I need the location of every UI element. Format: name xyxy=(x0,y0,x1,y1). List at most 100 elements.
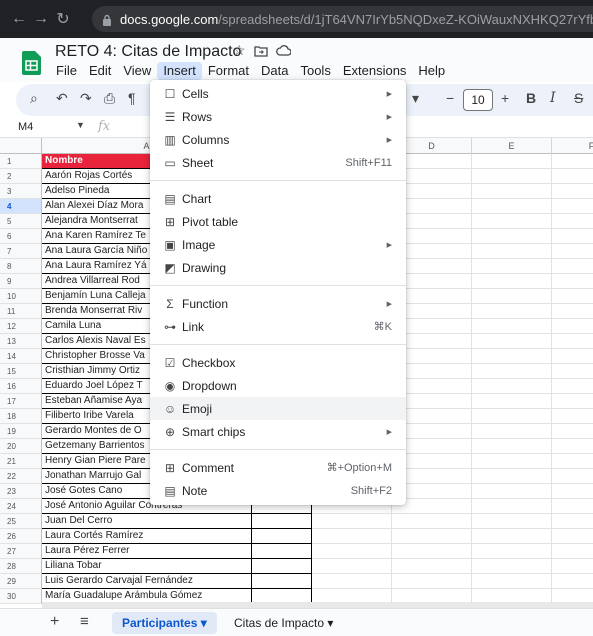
sheet-tab-citas-de-impacto[interactable]: Citas de Impacto ▾ xyxy=(224,612,343,634)
menu-view[interactable]: View xyxy=(117,62,157,80)
row-header[interactable]: 22 xyxy=(0,469,42,484)
row-header[interactable]: 23 xyxy=(0,484,42,499)
menu-data[interactable]: Data xyxy=(255,62,294,80)
sheets-logo-icon[interactable] xyxy=(22,51,41,75)
cell-b[interactable] xyxy=(252,574,312,589)
menu-item-chart[interactable]: ▤ Chart xyxy=(150,187,406,210)
row-header[interactable]: 18 xyxy=(0,409,42,424)
menu-item-link[interactable]: ⊶ Link ⌘K xyxy=(150,315,406,338)
name-cell[interactable]: Juan Del Cerro xyxy=(42,514,252,529)
row-header[interactable]: 5 xyxy=(0,214,42,229)
print-icon[interactable]: ⎙ xyxy=(104,90,115,107)
row-header[interactable]: 13 xyxy=(0,334,42,349)
cloud-status-icon[interactable] xyxy=(275,42,292,60)
menu-item-comment[interactable]: ⊞ Comment ⌘+Option+M xyxy=(150,456,406,479)
menu-item-dropdown[interactable]: ◉ Dropdown xyxy=(150,374,406,397)
column-header-f[interactable]: F xyxy=(552,138,593,154)
row-header[interactable]: 11 xyxy=(0,304,42,319)
add-sheet-icon[interactable]: + xyxy=(50,613,59,631)
row-header[interactable]: 26 xyxy=(0,529,42,544)
menu-file[interactable]: File xyxy=(50,62,83,80)
row-header[interactable]: 28 xyxy=(0,559,42,574)
cell-b[interactable] xyxy=(252,559,312,574)
name-box[interactable]: M4 xyxy=(18,121,33,133)
row-header[interactable]: 10 xyxy=(0,289,42,304)
star-icon[interactable]: ☆ xyxy=(233,42,246,60)
cell-b[interactable] xyxy=(252,544,312,559)
tab-chevron-down-icon[interactable]: ▾ xyxy=(327,616,333,630)
row-header[interactable]: 17 xyxy=(0,394,42,409)
row-header[interactable]: 3 xyxy=(0,184,42,199)
decrease-font-size-icon[interactable]: − xyxy=(446,90,454,106)
reload-icon[interactable]: ↻ xyxy=(52,9,74,29)
menu-item-smart-chips[interactable]: ⊕ Smart chips ▶ xyxy=(150,420,406,443)
italic-icon[interactable]: I xyxy=(550,90,556,106)
font-size-input[interactable]: 10 xyxy=(463,89,493,111)
address-bar[interactable]: docs.google.com/spreadsheets/d/1jT64VN7I… xyxy=(92,6,593,32)
menu-item-cells[interactable]: ☐ Cells ▶ xyxy=(150,82,406,105)
row-header[interactable]: 4 xyxy=(0,199,42,214)
cell-b[interactable] xyxy=(252,529,312,544)
row-header[interactable]: 2 xyxy=(0,169,42,184)
menu-item-drawing[interactable]: ◩ Drawing xyxy=(150,256,406,279)
row-header[interactable]: 19 xyxy=(0,424,42,439)
name-cell[interactable]: Luis Gerardo Carvajal Fernández xyxy=(42,574,252,589)
all-sheets-icon[interactable]: ≡ xyxy=(80,613,89,630)
document-title[interactable]: RETO 4: Citas de Impacto xyxy=(55,43,241,61)
row-header[interactable]: 16 xyxy=(0,379,42,394)
name-cell[interactable]: Laura Pérez Ferrer xyxy=(42,544,252,559)
menu-tools[interactable]: Tools xyxy=(294,62,336,80)
menu-edit[interactable]: Edit xyxy=(83,62,117,80)
row-header[interactable]: 14 xyxy=(0,349,42,364)
sheet-tab-participantes[interactable]: Participantes ▾ xyxy=(112,612,217,634)
redo-icon[interactable]: ↷ xyxy=(80,90,92,107)
undo-icon[interactable]: ↶ xyxy=(56,90,68,107)
font-dropdown-chevron-icon[interactable]: ▾ xyxy=(412,90,419,107)
menu-item-function[interactable]: Σ Function ▶ xyxy=(150,292,406,315)
row-header[interactable]: 7 xyxy=(0,244,42,259)
menu-format[interactable]: Format xyxy=(202,62,255,80)
row-header[interactable]: 25 xyxy=(0,514,42,529)
menu-item-note[interactable]: ▤ Note Shift+F2 xyxy=(150,479,406,502)
empty-cells[interactable] xyxy=(312,514,593,529)
menu-item-checkbox[interactable]: ☑ Checkbox xyxy=(150,351,406,374)
row-header[interactable]: 30 xyxy=(0,589,42,604)
name-cell[interactable]: Laura Cortés Ramírez xyxy=(42,529,252,544)
menu-item-image[interactable]: ▣ Image ▶ xyxy=(150,233,406,256)
row-header[interactable]: 20 xyxy=(0,439,42,454)
paint-format-icon[interactable]: ¶ xyxy=(128,90,136,106)
search-menus-icon[interactable]: ⌕ xyxy=(30,90,38,107)
menu-help[interactable]: Help xyxy=(412,62,451,80)
menu-item-pivot-table[interactable]: ⊞ Pivot table xyxy=(150,210,406,233)
name-box-chevron-icon[interactable]: ▼ xyxy=(76,120,85,130)
tab-chevron-down-icon[interactable]: ▾ xyxy=(201,616,207,630)
row-header[interactable]: 21 xyxy=(0,454,42,469)
menu-item-rows[interactable]: ☰ Rows ▶ xyxy=(150,105,406,128)
row-header[interactable]: 24 xyxy=(0,499,42,514)
menu-item-columns[interactable]: ▥ Columns ▶ xyxy=(150,128,406,151)
row-header[interactable]: 15 xyxy=(0,364,42,379)
cell-b[interactable] xyxy=(252,514,312,529)
empty-cells[interactable] xyxy=(312,544,593,559)
strikethrough-icon[interactable]: S xyxy=(574,90,583,106)
row-header[interactable]: 27 xyxy=(0,544,42,559)
row-header[interactable]: 29 xyxy=(0,574,42,589)
column-header-e[interactable]: E xyxy=(472,138,552,154)
forward-arrow-icon[interactable]: → xyxy=(30,10,52,28)
back-arrow-icon[interactable]: ← xyxy=(8,10,30,28)
bold-icon[interactable]: B xyxy=(526,90,536,106)
move-to-folder-icon[interactable] xyxy=(253,42,268,60)
menu-extensions[interactable]: Extensions xyxy=(337,62,413,80)
menu-item-emoji[interactable]: ☺ Emoji xyxy=(150,397,406,420)
menu-item-sheet[interactable]: ▭ Sheet Shift+F11 xyxy=(150,151,406,174)
menu-insert[interactable]: Insert xyxy=(157,62,202,80)
empty-cells[interactable] xyxy=(312,529,593,544)
select-all-corner[interactable] xyxy=(0,138,42,154)
row-header[interactable]: 6 xyxy=(0,229,42,244)
name-cell[interactable]: Liliana Tobar xyxy=(42,559,252,574)
row-header[interactable]: 12 xyxy=(0,319,42,334)
row-header[interactable]: 9 xyxy=(0,274,42,289)
row-header[interactable]: 8 xyxy=(0,259,42,274)
increase-font-size-icon[interactable]: + xyxy=(501,90,509,106)
empty-cells[interactable] xyxy=(312,574,593,589)
